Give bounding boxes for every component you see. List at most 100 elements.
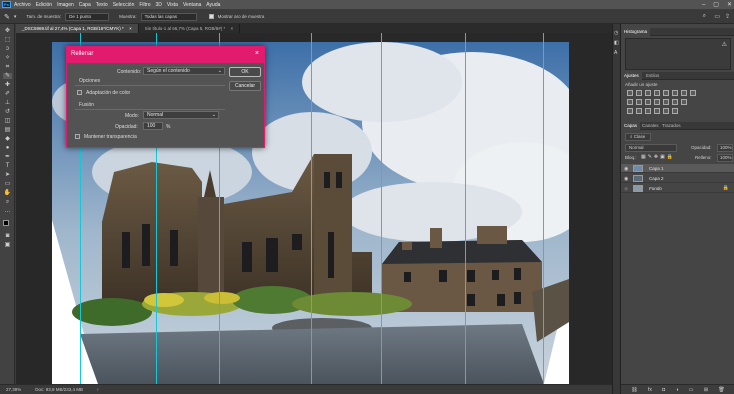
properties-icon[interactable]: ◧: [614, 40, 619, 46]
path-selection-tool-icon[interactable]: ➤: [3, 172, 12, 178]
healing-brush-tool-icon[interactable]: ✚: [3, 82, 12, 88]
lock-icons[interactable]: ▦✎✥▣🔒: [641, 154, 675, 160]
move-tool-icon[interactable]: ✥: [3, 28, 12, 34]
adjustment-icon[interactable]: [654, 99, 660, 105]
layer-row[interactable]: ◉ Capa 2: [621, 174, 734, 183]
layer-row[interactable]: ◉ Capa 1: [621, 164, 734, 173]
tab-sin-titulo[interactable]: Sin título-1 al 66,7% (Capa 5, RGB/8#) *…: [139, 24, 241, 33]
character-icon[interactable]: A: [614, 50, 617, 56]
minimize-icon[interactable]: –: [702, 2, 705, 8]
menu-capa[interactable]: Capa: [79, 2, 91, 8]
tab-close-icon[interactable]: ×: [231, 26, 234, 31]
opacity-input[interactable]: 100: [143, 122, 163, 130]
menu-vista[interactable]: Vista: [167, 2, 178, 8]
adjustment-icon[interactable]: [636, 108, 642, 114]
zoom-level[interactable]: 27,39%: [6, 387, 21, 392]
maximize-icon[interactable]: ▢: [713, 1, 719, 8]
adjustment-icon[interactable]: [645, 108, 651, 114]
sample-size-select[interactable]: De 1 punto: [65, 12, 110, 21]
tab-capas[interactable]: Capas: [621, 122, 641, 130]
ok-button[interactable]: OK: [229, 67, 261, 77]
screen-mode-icon[interactable]: ▣: [3, 242, 12, 248]
contents-select[interactable]: Según el contenido ⌄: [143, 67, 225, 75]
workspace-icon[interactable]: ▭: [714, 13, 720, 20]
foreground-color-swatch[interactable]: [3, 220, 9, 226]
adjustment-icon[interactable]: [627, 90, 633, 96]
adjustment-icon[interactable]: [681, 99, 687, 105]
gradient-tool-icon[interactable]: ▤: [3, 127, 12, 133]
menu-filtro[interactable]: Filtro: [139, 2, 150, 8]
layer-style-icon[interactable]: fx: [648, 387, 652, 393]
show-ring-checkbox[interactable]: [208, 14, 214, 19]
adjustment-icon[interactable]: [627, 99, 633, 105]
adjustment-icon[interactable]: [663, 108, 669, 114]
adjustment-icon[interactable]: [681, 90, 687, 96]
type-tool-icon[interactable]: T: [3, 163, 12, 169]
add-mask-icon[interactable]: ◘: [662, 387, 665, 393]
hand-tool-icon[interactable]: ✋: [3, 190, 12, 196]
share-icon[interactable]: ⇪: [725, 13, 730, 20]
sample-select[interactable]: Todas las capas: [140, 12, 197, 21]
eraser-tool-icon[interactable]: ◫: [3, 118, 12, 124]
cancel-button[interactable]: Cancelar: [229, 81, 261, 91]
adjustment-icon[interactable]: [636, 99, 642, 105]
menu-texto[interactable]: Texto: [96, 2, 108, 8]
adjustment-icon[interactable]: [654, 108, 660, 114]
dialog-title-bar[interactable]: Rellenar ×: [67, 47, 264, 63]
rectangle-tool-icon[interactable]: ▭: [3, 181, 12, 187]
menu-imagen[interactable]: Imagen: [57, 2, 74, 8]
tab-dsc5969[interactable]: _DSC5969.tif al 27,4% (Capa 1, RGB/16*/C…: [16, 24, 139, 33]
menu-edicion[interactable]: Edición: [36, 2, 52, 8]
mode-select[interactable]: Normal ⌄: [143, 111, 219, 119]
history-brush-tool-icon[interactable]: ↺: [3, 109, 12, 115]
tab-trazados[interactable]: Trazados: [659, 122, 684, 130]
layer-filter-select[interactable]: ⌕ Clase: [625, 133, 651, 141]
quick-mask-icon[interactable]: ◙: [3, 233, 12, 239]
opacity-input[interactable]: 100%: [717, 144, 733, 152]
blur-tool-icon[interactable]: ◆: [3, 136, 12, 142]
menu-ventana[interactable]: Ventana: [183, 2, 201, 8]
status-arrow-icon[interactable]: ›: [97, 387, 99, 392]
menu-ayuda[interactable]: Ayuda: [206, 2, 220, 8]
menu-3d[interactable]: 3D: [156, 2, 162, 8]
blend-mode-select[interactable]: Normal: [625, 144, 677, 152]
new-group-icon[interactable]: ▭: [689, 387, 694, 393]
menu-seleccion[interactable]: Selección: [113, 2, 135, 8]
warning-icon[interactable]: ⚠: [722, 41, 727, 48]
adjustment-icon[interactable]: [627, 108, 633, 114]
adjustment-icon[interactable]: [636, 90, 642, 96]
history-icon[interactable]: ◷: [614, 30, 618, 36]
adjustment-icon[interactable]: [690, 90, 696, 96]
color-adapt-checkbox[interactable]: [77, 90, 82, 95]
close-icon[interactable]: ✕: [727, 1, 732, 8]
pen-tool-icon[interactable]: ✒: [3, 154, 12, 160]
search-icon[interactable]: ⌕: [703, 13, 706, 20]
crop-tool-icon[interactable]: ⌗: [3, 64, 12, 70]
adjustment-icon[interactable]: [663, 99, 669, 105]
adjustment-icon[interactable]: [654, 90, 660, 96]
more-tools-icon[interactable]: …: [3, 208, 12, 214]
adjustment-layer-icon[interactable]: ◑: [675, 387, 678, 393]
layer-row[interactable]: ◉ Fondo 🔒: [621, 184, 734, 193]
dodge-tool-icon[interactable]: ●: [3, 145, 12, 151]
tool-preset-chevron-icon[interactable]: ▾: [14, 14, 17, 20]
magic-wand-tool-icon[interactable]: ✧: [3, 55, 12, 61]
adjustment-icon[interactable]: [672, 108, 678, 114]
tab-close-icon[interactable]: ×: [129, 26, 132, 31]
brush-tool-icon[interactable]: ✐: [3, 91, 12, 97]
adjustment-icon[interactable]: [672, 99, 678, 105]
tab-estilos[interactable]: Estilos: [643, 72, 662, 80]
tab-histogram[interactable]: Histograma: [621, 28, 651, 36]
marquee-tool-icon[interactable]: ⬚: [3, 37, 12, 43]
clone-stamp-tool-icon[interactable]: ⊥: [3, 100, 12, 106]
preserve-transparency-checkbox[interactable]: [75, 134, 80, 139]
adjustment-icon[interactable]: [645, 90, 651, 96]
zoom-tool-icon[interactable]: ⌕: [3, 199, 12, 205]
lasso-tool-icon[interactable]: ↄ: [3, 46, 12, 52]
adjustment-icon[interactable]: [645, 99, 651, 105]
link-layers-icon[interactable]: ⛓: [631, 387, 637, 393]
visibility-eye-icon[interactable]: ◉: [624, 176, 628, 182]
visibility-eye-icon[interactable]: ◉: [624, 166, 628, 172]
fill-input[interactable]: 100%: [717, 154, 733, 162]
new-layer-icon[interactable]: ⊞: [704, 387, 708, 393]
